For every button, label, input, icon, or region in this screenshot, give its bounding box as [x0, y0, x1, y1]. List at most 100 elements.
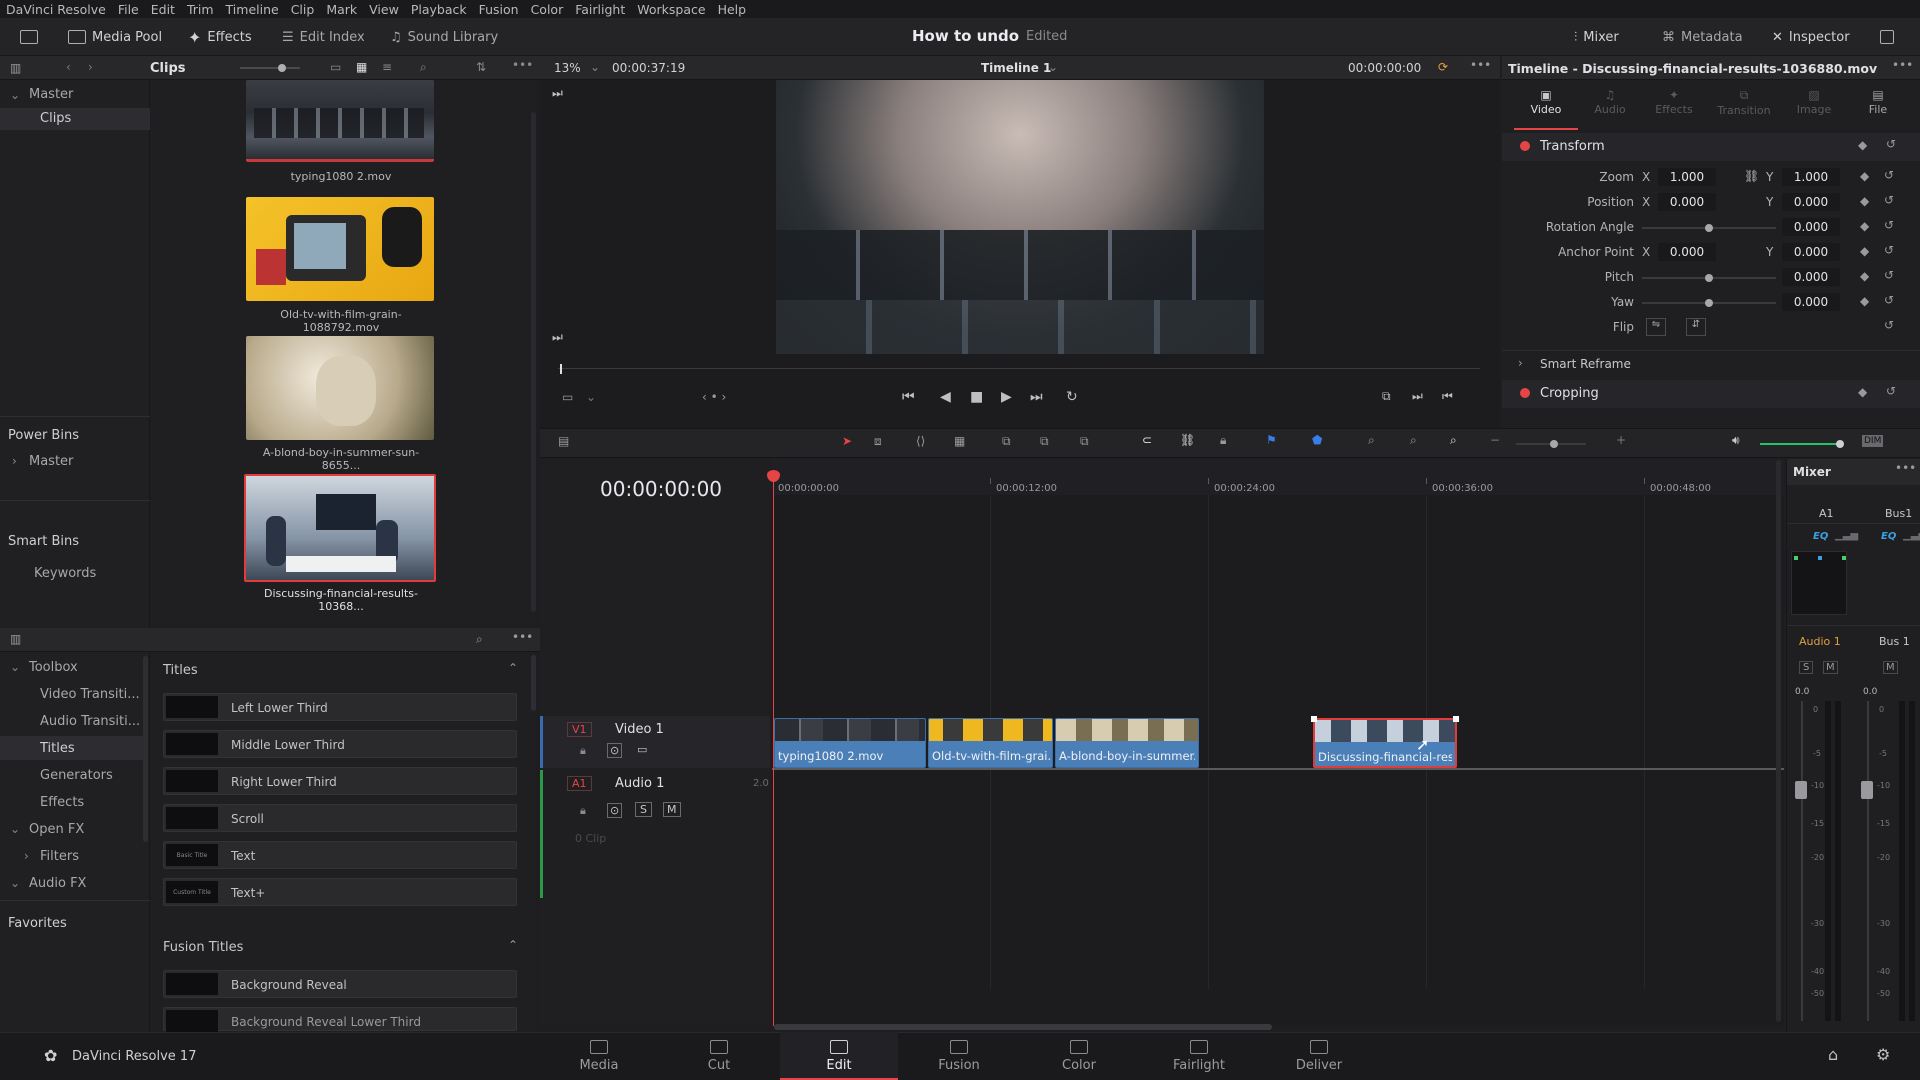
- keyframe-icon[interactable]: ◆: [1860, 244, 1869, 258]
- home-icon[interactable]: ⌂: [1828, 1045, 1838, 1064]
- chevron-right-icon[interactable]: ›: [24, 849, 29, 863]
- go-to-start-icon[interactable]: ⏮: [902, 389, 915, 405]
- reset-icon[interactable]: ↺: [1886, 384, 1896, 398]
- keyframe-icon[interactable]: ◆: [1860, 169, 1869, 183]
- blade-tool-icon[interactable]: ▦: [954, 434, 965, 448]
- reset-icon[interactable]: ↺: [1886, 137, 1896, 151]
- timeline-clip-blond-boy[interactable]: A-blond-boy-in-summer...: [1055, 718, 1199, 768]
- menu-workspace[interactable]: Workspace: [637, 2, 705, 17]
- keyframe-icon[interactable]: ◆: [1860, 294, 1869, 308]
- chevron-down-icon[interactable]: ⌄: [10, 88, 20, 102]
- page-media[interactable]: Media: [540, 1032, 658, 1080]
- zoom-y-input[interactable]: 1.000: [1782, 168, 1840, 186]
- pan-control[interactable]: [1791, 551, 1847, 615]
- page-edit-active[interactable]: Edit: [780, 1032, 898, 1080]
- clip-thumb-discussing-selected[interactable]: [244, 474, 436, 582]
- reset-icon[interactable]: ↺: [1884, 318, 1894, 332]
- master-volume-slider[interactable]: [1760, 440, 1844, 448]
- auto-track-icon[interactable]: ⊙: [607, 743, 623, 758]
- chevron-down-icon[interactable]: ⌄: [1048, 60, 1058, 74]
- more-options-icon[interactable]: •••: [512, 58, 533, 72]
- timeline-view-options-icon[interactable]: ▤: [558, 434, 569, 448]
- overwrite-clip-icon[interactable]: ⧉: [1040, 434, 1049, 449]
- zoom-in-icon[interactable]: +: [1616, 433, 1626, 447]
- fusion-title-background-reveal-lower-third[interactable]: Background Reveal Lower Third: [163, 1007, 517, 1032]
- smart-reframe-section[interactable]: › Smart Reframe: [1502, 350, 1920, 376]
- viewer-crop-icon[interactable]: ▭: [562, 390, 573, 404]
- menu-trim[interactable]: Trim: [187, 2, 214, 17]
- media-pool-button[interactable]: Media Pool: [68, 18, 162, 56]
- thumb-size-slider[interactable]: [240, 64, 300, 72]
- sync-icon[interactable]: ⟳: [1438, 60, 1448, 74]
- flip-horizontal-icon[interactable]: ⇋: [1646, 318, 1666, 336]
- tab-image[interactable]: ▨ Image: [1782, 84, 1846, 130]
- speaker-icon[interactable]: 🔊︎: [1732, 433, 1740, 448]
- generators-item[interactable]: Generators: [40, 768, 113, 783]
- sidebar-toggle-icon[interactable]: ▥: [10, 61, 21, 75]
- menu-edit[interactable]: Edit: [151, 2, 175, 17]
- zoom-detail-icon[interactable]: ⌕: [1410, 433, 1417, 448]
- auto-track-icon[interactable]: ⊙: [607, 803, 623, 818]
- nav-back-icon[interactable]: ‹: [66, 60, 71, 74]
- rotation-slider[interactable]: [1642, 224, 1776, 232]
- more-options-icon[interactable]: •••: [512, 630, 533, 644]
- title-item-left-lower-third[interactable]: Left Lower Third: [163, 693, 517, 721]
- effects-item[interactable]: Effects: [40, 795, 84, 810]
- title-item-middle-lower-third[interactable]: Middle Lower Third: [163, 730, 517, 758]
- page-fusion[interactable]: Fusion: [900, 1032, 1018, 1080]
- layout-toggle-button[interactable]: [20, 18, 38, 56]
- effects-list-scrollbar[interactable]: [531, 655, 536, 711]
- menu-file[interactable]: File: [118, 2, 139, 17]
- dynamic-trim-icon[interactable]: ⟨⟩: [916, 434, 925, 448]
- transform-section[interactable]: Transform ◆ ↺: [1502, 133, 1920, 161]
- mixer-mute-button[interactable]: M: [1823, 661, 1838, 674]
- menu-app[interactable]: DaVinci Resolve: [6, 2, 106, 17]
- timeline-h-scrollbar[interactable]: [774, 1024, 1272, 1030]
- trim-handle-right[interactable]: [1453, 716, 1459, 722]
- scrubber-head[interactable]: [560, 364, 562, 374]
- title-item-text[interactable]: Basic Title Text: [163, 841, 517, 869]
- reset-icon[interactable]: ↺: [1884, 243, 1894, 257]
- pitch-slider[interactable]: [1642, 274, 1776, 282]
- edit-index-button[interactable]: ☰ Edit Index: [282, 18, 365, 56]
- inspector-button[interactable]: ✕ Inspector: [1772, 18, 1850, 56]
- eq-a1-button[interactable]: EQ: [1813, 531, 1828, 542]
- fusion-title-background-reveal[interactable]: Background Reveal: [163, 970, 517, 998]
- keyframe-icon[interactable]: ◆: [1860, 269, 1869, 283]
- linked-selection-icon[interactable]: ⛓: [1180, 433, 1195, 447]
- reset-icon[interactable]: ↺: [1884, 218, 1894, 232]
- more-options-icon[interactable]: •••: [1895, 461, 1916, 475]
- timeline-zoom-slider[interactable]: [1516, 440, 1586, 448]
- search-icon[interactable]: ⌕: [420, 60, 427, 75]
- enable-dot-icon[interactable]: [1520, 388, 1530, 398]
- mark-out-icon[interactable]: ⏮: [1442, 389, 1453, 404]
- trim-tool-icon[interactable]: ⧈: [874, 434, 882, 449]
- audio-fx-item[interactable]: Audio FX: [29, 876, 86, 891]
- menu-mark[interactable]: Mark: [326, 2, 357, 17]
- title-item-right-lower-third[interactable]: Right Lower Third: [163, 767, 517, 795]
- timeline-clip-typing[interactable]: typing1080 2.mov: [774, 718, 926, 768]
- cropping-section[interactable]: Cropping ◆ ↺: [1502, 380, 1920, 408]
- viewer-timeline-name[interactable]: Timeline 1: [981, 61, 1051, 75]
- fader-knob-bus1[interactable]: [1861, 781, 1873, 799]
- keyframe-icon[interactable]: ◆: [1860, 219, 1869, 233]
- keyframe-icon[interactable]: ◆: [1858, 138, 1867, 152]
- menu-help[interactable]: Help: [718, 2, 747, 17]
- slider-knob[interactable]: [1836, 440, 1844, 448]
- effects-button[interactable]: ✦ Effects: [188, 18, 252, 56]
- enable-dot-icon[interactable]: [1520, 141, 1530, 151]
- zoom-out-icon[interactable]: −: [1490, 433, 1500, 447]
- nav-forward-icon[interactable]: ›: [88, 60, 93, 74]
- yaw-slider[interactable]: [1642, 299, 1776, 307]
- smart-bin-keywords[interactable]: Keywords: [34, 566, 96, 581]
- mixer-solo-button[interactable]: S: [1799, 661, 1814, 674]
- menu-playback[interactable]: Playback: [411, 2, 467, 17]
- more-options-icon[interactable]: •••: [1892, 58, 1913, 72]
- link-icon[interactable]: ⛓: [1744, 169, 1759, 183]
- viewer-scrubber[interactable]: [558, 368, 1480, 369]
- keyframe-icon[interactable]: ◆: [1858, 385, 1867, 399]
- slider-knob[interactable]: [1550, 440, 1558, 448]
- a1-tag[interactable]: A1: [567, 776, 592, 791]
- eq-bus1-button[interactable]: EQ: [1881, 531, 1896, 542]
- tab-audio[interactable]: ♫ Audio: [1578, 84, 1642, 130]
